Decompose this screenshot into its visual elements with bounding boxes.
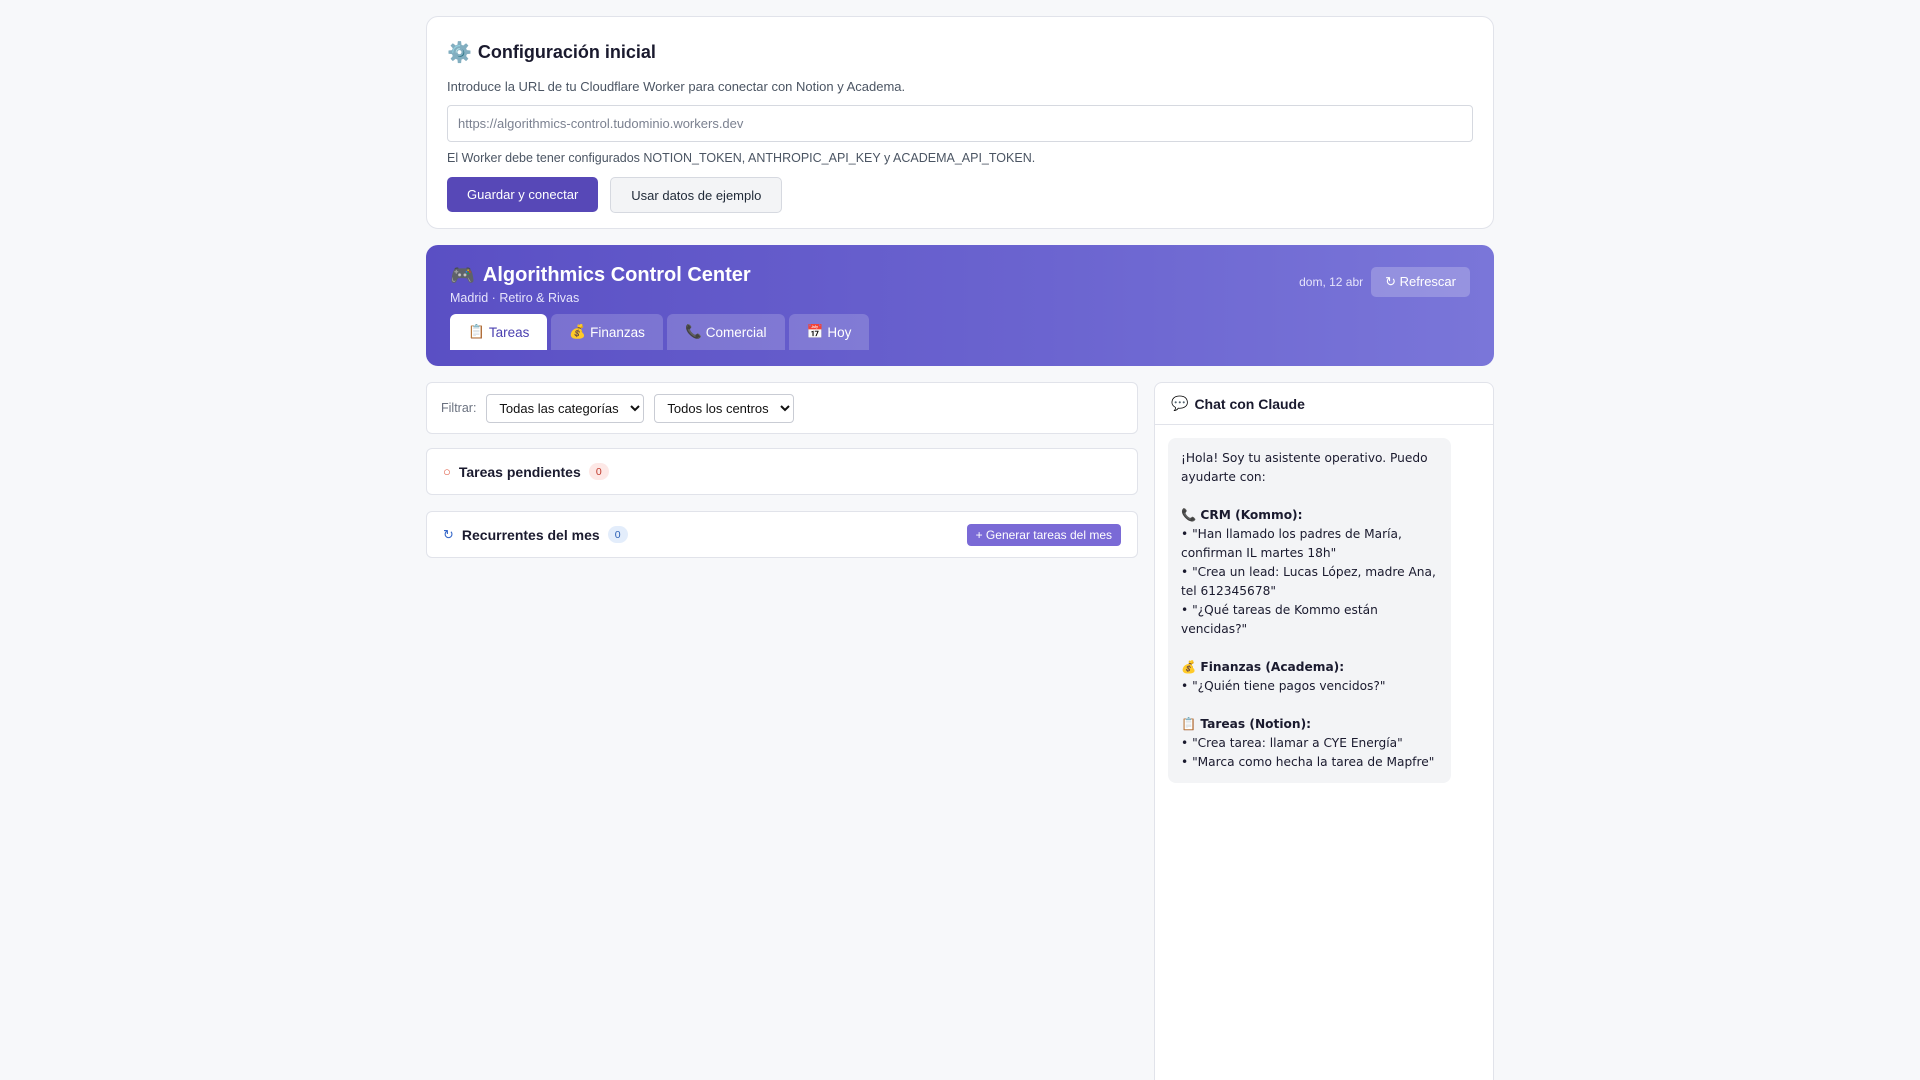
config-description: Introduce la URL de tu Cloudflare Worker… [447,79,906,94]
tab-finanzas[interactable]: 💰 Finanzas [551,314,663,350]
tab-label: Comercial [705,324,767,340]
tasks-heading: 📋 Tareas (Notion): [1181,717,1312,731]
crm-example: • "Crea un lead: Lucas López, madre Ana,… [1181,565,1436,598]
phone-icon: 📞 [684,324,702,339]
app-header: 🎮 Algorithmics Control Center Madrid · R… [426,245,1494,366]
current-date: dom, 12 abr [1299,275,1364,289]
chat-header: 💬 Chat con Claude [1155,383,1493,425]
main-tabs: 📋 Tareas 💰 Finanzas 📞 Comercial 📅 Hoy [450,314,870,350]
message-intro: ¡Hola! Soy tu asistente operativo. Puedo… [1181,451,1428,484]
tab-label: Hoy [827,324,852,340]
worker-url-input[interactable] [447,105,1473,142]
config-buttons: Guardar y conectar Usar datos de ejemplo [447,177,1473,213]
config-card: ⚙️ Configuración inicial Introduce la UR… [426,16,1494,229]
tasks-example: • "Marca como hecha la tarea de Mapfre" [1181,755,1435,769]
save-connect-button[interactable]: Guardar y conectar [447,177,599,212]
pending-count-badge: 0 [588,463,609,480]
tab-comercial[interactable]: 📞 Comercial [666,314,785,350]
chat-title: Chat con Claude [1194,395,1305,412]
clipboard-icon: 📋 [468,324,485,339]
gear-icon: ⚙️ [447,41,472,64]
assistant-message: ¡Hola! Soy tu asistente operativo. Puedo… [1168,438,1451,783]
crm-example: • "¿Qué tareas de Kommo están vencidas?" [1181,603,1378,636]
crm-example: • "Han llamado los padres de María, conf… [1181,527,1402,560]
tasks-example: • "Crea tarea: llamar a CYE Energía" [1181,736,1403,750]
tab-hoy[interactable]: 📅 Hoy [788,314,870,350]
calendar-icon: 📅 [806,324,824,339]
crm-heading: 📞 CRM (Kommo): [1181,508,1303,522]
generate-monthly-tasks-button[interactable]: + Generar tareas del mes [966,523,1121,546]
config-note: El Worker debe tener configurados NOTION… [447,151,1036,165]
config-title: Configuración inicial [477,41,656,62]
app-title: Algorithmics Control Center [482,263,751,286]
config-title-row: ⚙️ Configuración inicial [447,39,1473,65]
recurring-icon: ↻ [443,526,454,542]
chat-panel: 💬 Chat con Claude ¡Hola! Soy tu asistent… [1154,382,1494,1080]
use-sample-data-button[interactable]: Usar datos de ejemplo [610,177,783,213]
pending-tasks-section[interactable]: ○ Tareas pendientes 0 [426,448,1138,495]
category-filter-select[interactable]: Todas las categorías [486,393,645,423]
pending-tasks-title: Tareas pendientes [458,463,581,480]
speech-bubble-icon: 💬 [1171,395,1189,411]
refresh-button[interactable]: ↻ Refrescar [1371,267,1470,297]
gamepad-icon: 🎮 [450,264,475,287]
tab-label: Tareas [488,324,530,340]
finance-heading: 💰 Finanzas (Academa): [1181,660,1345,674]
header-actions: dom, 12 abr ↻ Refrescar [1299,267,1470,297]
circle-icon: ○ [443,464,451,479]
recurring-tasks-section[interactable]: ↻ Recurrentes del mes 0 + Generar tareas… [426,511,1138,558]
filter-label: Filtrar: [441,401,477,415]
recurring-tasks-title: Recurrentes del mes [461,526,600,543]
finance-example: • "¿Quién tiene pagos vencidos?" [1181,679,1386,693]
filter-bar: Filtrar: Todas las categorías Todos los … [426,382,1138,434]
tab-label: Finanzas [590,324,645,340]
tab-tareas[interactable]: 📋 Tareas [450,314,548,350]
recurring-count-badge: 0 [607,526,628,543]
money-bag-icon: 💰 [569,324,587,339]
center-filter-select[interactable]: Todos los centros [654,393,795,423]
